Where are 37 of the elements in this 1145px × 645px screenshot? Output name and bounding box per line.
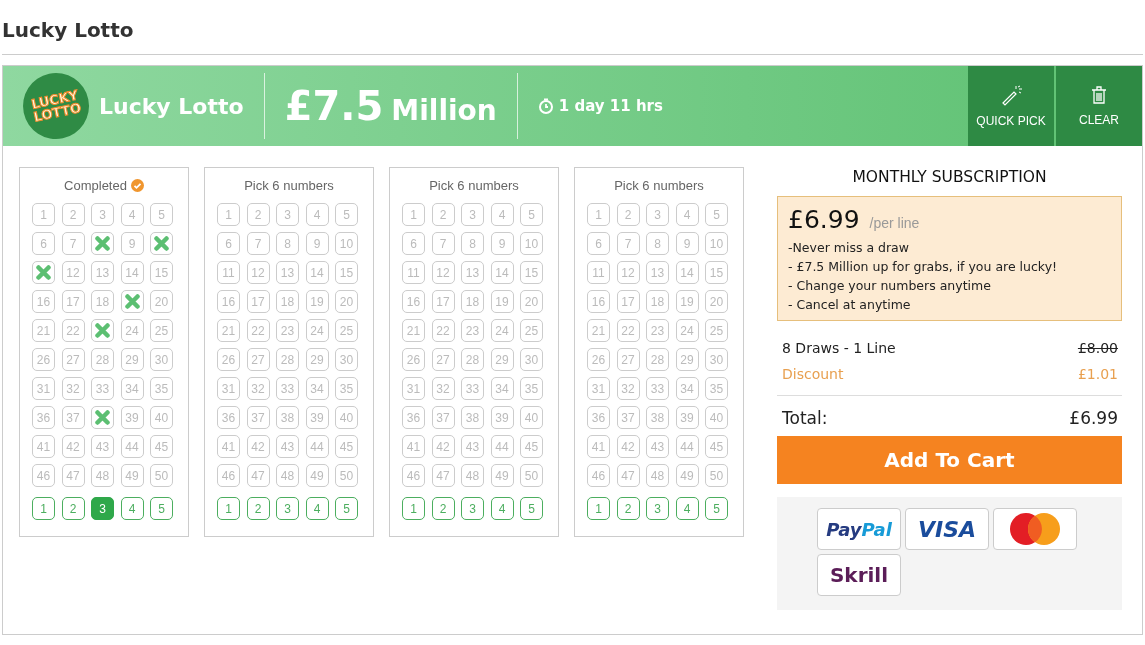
cross-mark-icon	[95, 236, 110, 251]
feature-text: - £7.5 Million up for grabs, if you are lucky!	[788, 258, 1059, 276]
summary-label: Discount	[782, 365, 844, 384]
ticket-status: Pick 6 numbers	[614, 178, 704, 193]
summary-value: £1.01	[1077, 365, 1118, 384]
paypal-logo: PayPal	[817, 508, 901, 550]
feature-text: -Never miss a draw	[788, 239, 910, 257]
visa-logo: VISA	[905, 508, 989, 550]
quick-pick-button[interactable]: QUICK PICK	[968, 66, 1054, 146]
cross-mark-icon	[36, 265, 51, 280]
total-label: Total:	[782, 408, 828, 428]
page-title: Lucky Lotto	[2, 17, 135, 44]
jackpot-unit: Million	[391, 94, 497, 127]
skrill-logo: Skrill	[817, 554, 901, 596]
summary-value: £8.00	[1077, 339, 1118, 358]
jackpot-amount: £7.5	[284, 83, 384, 129]
timer-icon	[537, 98, 554, 114]
ticket-status: Pick 6 numbers	[244, 178, 334, 193]
trash-icon	[1090, 85, 1108, 105]
countdown: 1 day 11 hrs	[558, 97, 663, 115]
feature-text: - Cancel at anytime	[788, 296, 912, 314]
ticket-status: Completed	[64, 178, 127, 193]
cross-mark-icon	[95, 323, 110, 338]
lottery-name: Lucky Lotto	[99, 93, 244, 119]
add-to-cart-button[interactable]: Add To Cart	[777, 436, 1122, 484]
price-unit: /per line	[869, 215, 920, 231]
summary-label: 8 Draws - 1 Line	[782, 339, 896, 358]
clear-button[interactable]: CLEAR	[1056, 66, 1142, 146]
total-value: £6.99	[1069, 408, 1118, 428]
cross-mark-icon	[124, 294, 140, 309]
cross-mark-icon	[95, 410, 110, 425]
subscription-heading: MONTHLY SUBSCRIPTION	[851, 167, 1048, 188]
magic-wand-icon	[1000, 84, 1022, 106]
feature-text: - Change your numbers anytime	[788, 277, 992, 295]
ticket-status: Pick 6 numbers	[429, 178, 519, 193]
price: £6.99	[788, 205, 860, 234]
cross-mark-icon	[154, 236, 169, 251]
